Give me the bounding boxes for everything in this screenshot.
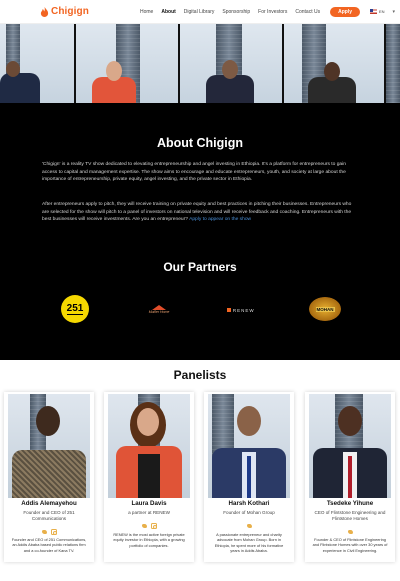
panelist-social-2	[104, 523, 194, 529]
panelist-social-3	[204, 523, 294, 529]
panelist-bio-2: RENEW is the most active foreign private…	[113, 532, 185, 548]
nav-link-digital-library[interactable]: Digital Library	[184, 9, 215, 15]
nav-link-sponsorship[interactable]: Sponsorship	[222, 9, 250, 15]
instagram-icon[interactable]	[151, 523, 157, 529]
panelist-photo-4	[309, 394, 391, 498]
panelist-card-3[interactable]: Harsh Kothari Founder of Mohan Group A p…	[204, 392, 294, 562]
about-paragraph-1: 'Chigign' is a reality TV show dedicated…	[42, 162, 346, 183]
hero-photo-2	[76, 24, 178, 103]
panelists-title: Panelists	[173, 368, 227, 382]
nav-links: Home About Digital Library Sponsorship F…	[140, 6, 396, 17]
top-navbar: Chigign Home About Digital Library Spons…	[0, 0, 400, 24]
about-paragraph-2: After entrepreneurs apply to pitch, they…	[42, 201, 358, 224]
twitter-icon[interactable]	[41, 529, 47, 535]
panelist-social-1	[4, 529, 94, 535]
panelist-role-4: CEO of Flintstone Engineering and Flints…	[314, 510, 386, 522]
panelist-bio-3: A passionate entrepreneur and charity ad…	[214, 532, 284, 554]
site-logo[interactable]: Chigign	[40, 6, 110, 17]
apply-on-show-link[interactable]: Apply to appear on the show	[189, 217, 251, 222]
hero-photo-3	[180, 24, 282, 103]
panelist-card-2[interactable]: Laura Davis a partner at RENEW RENEW is …	[104, 392, 194, 562]
panelist-bio-4: Founder & CEO of Flintstone Engineering …	[312, 537, 388, 553]
partners-title: Our Partners	[163, 260, 237, 274]
partner-mohan-mark: MOHAN	[315, 306, 335, 312]
panelist-card-1[interactable]: Addis Alemayehou Founder and CEO of 251 …	[4, 392, 94, 562]
instagram-icon[interactable]	[51, 529, 57, 535]
nav-link-home[interactable]: Home	[140, 9, 153, 15]
twitter-icon[interactable]	[347, 529, 353, 535]
apply-button[interactable]: Apply	[330, 6, 360, 17]
panelist-name-3: Harsh Kothari	[228, 500, 270, 507]
panelist-name-4: Tsedeke Yihune	[326, 500, 374, 507]
hero-panelist-strip	[0, 24, 400, 103]
partner-logo-renew[interactable]: RENEW	[224, 306, 258, 314]
panelist-social-4	[305, 529, 395, 535]
panelist-bio-1: Founder and CEO of 251 Communications, a…	[11, 537, 87, 553]
us-flag-icon	[369, 9, 377, 14]
panelist-role-3: Founder of Mohan Group	[223, 510, 275, 515]
panelist-photo-3	[208, 394, 290, 498]
partner-logo-muiller[interactable]: Muiller Home	[142, 301, 176, 317]
hero-photo-1	[0, 24, 74, 103]
nav-link-for-investors[interactable]: For Investors	[258, 9, 287, 15]
chevron-down-icon: ▾	[392, 8, 396, 15]
about-section: About Chigign 'Chigign' is a reality TV …	[0, 103, 400, 360]
panelist-role-1: Founder and CEO of 251 Communications	[23, 510, 75, 522]
twitter-icon[interactable]	[141, 523, 147, 529]
about-title: About Chigign	[156, 136, 244, 150]
flame-logo-icon	[40, 6, 49, 17]
panelist-role-2: a partner at RENEW	[128, 510, 170, 515]
partner-muiller-mark: Muiller Home	[148, 309, 170, 314]
hero-photo-4	[284, 24, 384, 103]
nav-link-contact-us[interactable]: Contact Us	[295, 9, 320, 15]
language-label: EN	[378, 9, 385, 14]
renew-square-icon	[227, 308, 232, 312]
panelist-photo-1	[8, 394, 90, 498]
nav-link-about[interactable]: About	[161, 9, 175, 15]
partner-251-mark: 251	[66, 302, 84, 315]
panelist-card-4[interactable]: Tsedeke Yihune CEO of Flintstone Enginee…	[305, 392, 395, 562]
twitter-icon[interactable]	[246, 523, 252, 529]
language-selector[interactable]: EN ▾	[369, 8, 396, 15]
panelist-photo-2	[108, 394, 190, 498]
partner-logo-mohan[interactable]: MOHAN	[309, 297, 341, 321]
panelist-name-2: Laura Davis	[131, 500, 167, 507]
logo-text: Chigign	[51, 6, 89, 17]
panelist-name-1: Addis Alemayehou	[21, 500, 77, 507]
partner-renew-mark: RENEW	[232, 307, 255, 313]
partner-logo-251[interactable]: 251	[61, 295, 89, 323]
hero-photo-5	[386, 24, 400, 103]
